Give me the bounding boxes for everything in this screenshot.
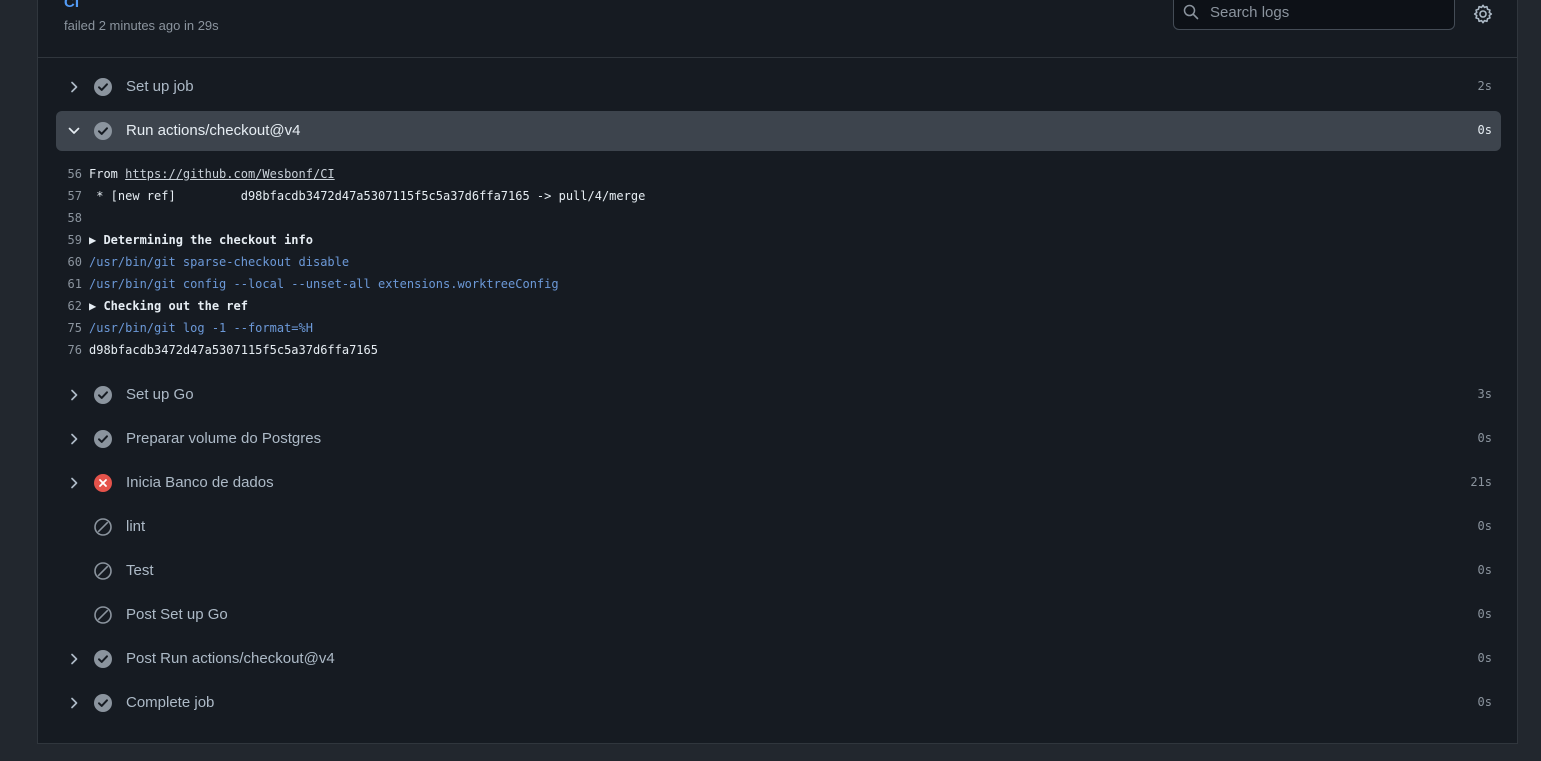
job-header: CI failed 2 minutes ago in 29s xyxy=(38,0,1517,58)
search-logs-box[interactable] xyxy=(1173,0,1455,30)
chevron-right-icon[interactable] xyxy=(67,388,81,402)
log-line: 57 * [new ref] d98bfacdb3472d47a5307115f… xyxy=(56,185,1456,207)
log-line-number[interactable]: 56 xyxy=(56,163,82,185)
step-duration: 0s xyxy=(1477,607,1492,621)
step-label: Inicia Banco de dados xyxy=(126,474,274,491)
step-row: lint 0s xyxy=(56,507,1501,547)
log-line: 56 From https://github.com/Wesbonf/CI xyxy=(56,163,1456,185)
job-name-link[interactable]: CI xyxy=(64,0,79,11)
log-line: 59 ▶ Determining the checkout info xyxy=(56,229,1456,251)
x-circle-icon xyxy=(94,474,112,492)
step-label: Set up job xyxy=(126,78,194,95)
step-duration: 2s xyxy=(1477,79,1492,93)
search-icon xyxy=(1183,4,1199,20)
log-line-text[interactable]: ▶ Determining the checkout info xyxy=(89,229,313,251)
step-row[interactable]: Post Run actions/checkout@v4 0s xyxy=(56,639,1501,679)
step-row[interactable]: Run actions/checkout@v4 0s xyxy=(56,111,1501,151)
chevron-right-icon[interactable] xyxy=(67,432,81,446)
log-line-number[interactable]: 76 xyxy=(56,339,82,361)
step-row[interactable]: Complete job 0s xyxy=(56,683,1501,723)
check-circle-icon xyxy=(94,78,112,96)
skipped-icon xyxy=(94,606,112,624)
chevron-right-icon[interactable] xyxy=(67,696,81,710)
log-line-number[interactable]: 59 xyxy=(56,229,82,251)
log-line-text: d98bfacdb3472d47a5307115f5c5a37d6ffa7165 xyxy=(89,343,378,357)
check-circle-icon xyxy=(94,694,112,712)
check-circle-icon xyxy=(94,650,112,668)
step-duration: 3s xyxy=(1477,387,1492,401)
chevron-right-icon[interactable] xyxy=(67,652,81,666)
step-label: Run actions/checkout@v4 xyxy=(126,122,301,139)
step-label: Post Set up Go xyxy=(126,606,228,623)
log-line-number[interactable]: 57 xyxy=(56,185,82,207)
log-line-number[interactable]: 61 xyxy=(56,273,82,295)
log-line: 61/usr/bin/git config --local --unset-al… xyxy=(56,273,1456,295)
step-row[interactable]: Inicia Banco de dados 21s xyxy=(56,463,1501,503)
log-line-number[interactable]: 62 xyxy=(56,295,82,317)
step-duration: 0s xyxy=(1477,519,1492,533)
step-row: Test 0s xyxy=(56,551,1501,591)
log-line: 76 d98bfacdb3472d47a5307115f5c5a37d6ffa71… xyxy=(56,339,1456,361)
step-row[interactable]: Set up job 2s xyxy=(56,67,1501,107)
skipped-icon xyxy=(94,518,112,536)
log-line-text: /usr/bin/git config --local --unset-all … xyxy=(89,277,559,291)
gear-icon[interactable] xyxy=(1472,3,1494,25)
step-duration: 0s xyxy=(1477,695,1492,709)
step-row[interactable]: Set up Go 3s xyxy=(56,375,1501,415)
step-label: Preparar volume do Postgres xyxy=(126,430,322,447)
step-duration: 0s xyxy=(1477,123,1492,137)
step-row[interactable]: Preparar volume do Postgres 0s xyxy=(56,419,1501,459)
chevron-right-icon[interactable] xyxy=(67,80,81,94)
step-duration: 21s xyxy=(1470,475,1492,489)
log-line: 60/usr/bin/git sparse-checkout disable xyxy=(56,251,1456,273)
log-line-text: * [new ref] d98bfacdb3472d47a5307115f5c5… xyxy=(89,189,646,203)
step-duration: 0s xyxy=(1477,651,1492,665)
chevron-down-icon[interactable] xyxy=(67,124,81,138)
search-logs-input[interactable] xyxy=(1208,0,1442,25)
log-line: 58 xyxy=(56,207,1456,229)
log-line-text: From https://github.com/Wesbonf/CI xyxy=(89,167,335,181)
step-log-output: 56 From https://github.com/Wesbonf/CI 57 *… xyxy=(56,163,1456,361)
repo-link[interactable]: https://github.com/Wesbonf/CI xyxy=(125,167,335,181)
step-duration: 0s xyxy=(1477,563,1492,577)
check-circle-icon xyxy=(94,430,112,448)
step-row: Post Set up Go 0s xyxy=(56,595,1501,635)
skipped-icon xyxy=(94,562,112,580)
step-label: Complete job xyxy=(126,694,215,711)
log-line-text: /usr/bin/git log -1 --format=%H xyxy=(89,321,313,335)
check-circle-icon xyxy=(94,122,112,140)
log-line-number[interactable]: 75 xyxy=(56,317,82,339)
step-label: Post Run actions/checkout@v4 xyxy=(126,650,335,667)
log-line-text: /usr/bin/git sparse-checkout disable xyxy=(89,255,350,269)
log-line-number[interactable]: 58 xyxy=(56,207,82,229)
step-duration: 0s xyxy=(1477,431,1492,445)
log-line-number[interactable]: 60 xyxy=(56,251,82,273)
check-circle-icon xyxy=(94,386,112,404)
step-label: Test xyxy=(126,562,154,579)
chevron-right-icon[interactable] xyxy=(67,476,81,490)
step-label: Set up Go xyxy=(126,386,194,403)
log-line-text[interactable]: ▶ Checking out the ref xyxy=(89,295,248,317)
step-label: lint xyxy=(126,518,146,535)
log-line: 75/usr/bin/git log -1 --format=%H xyxy=(56,317,1456,339)
log-line: 62 ▶ Checking out the ref xyxy=(56,295,1456,317)
job-status-text: failed 2 minutes ago in 29s xyxy=(64,18,219,33)
